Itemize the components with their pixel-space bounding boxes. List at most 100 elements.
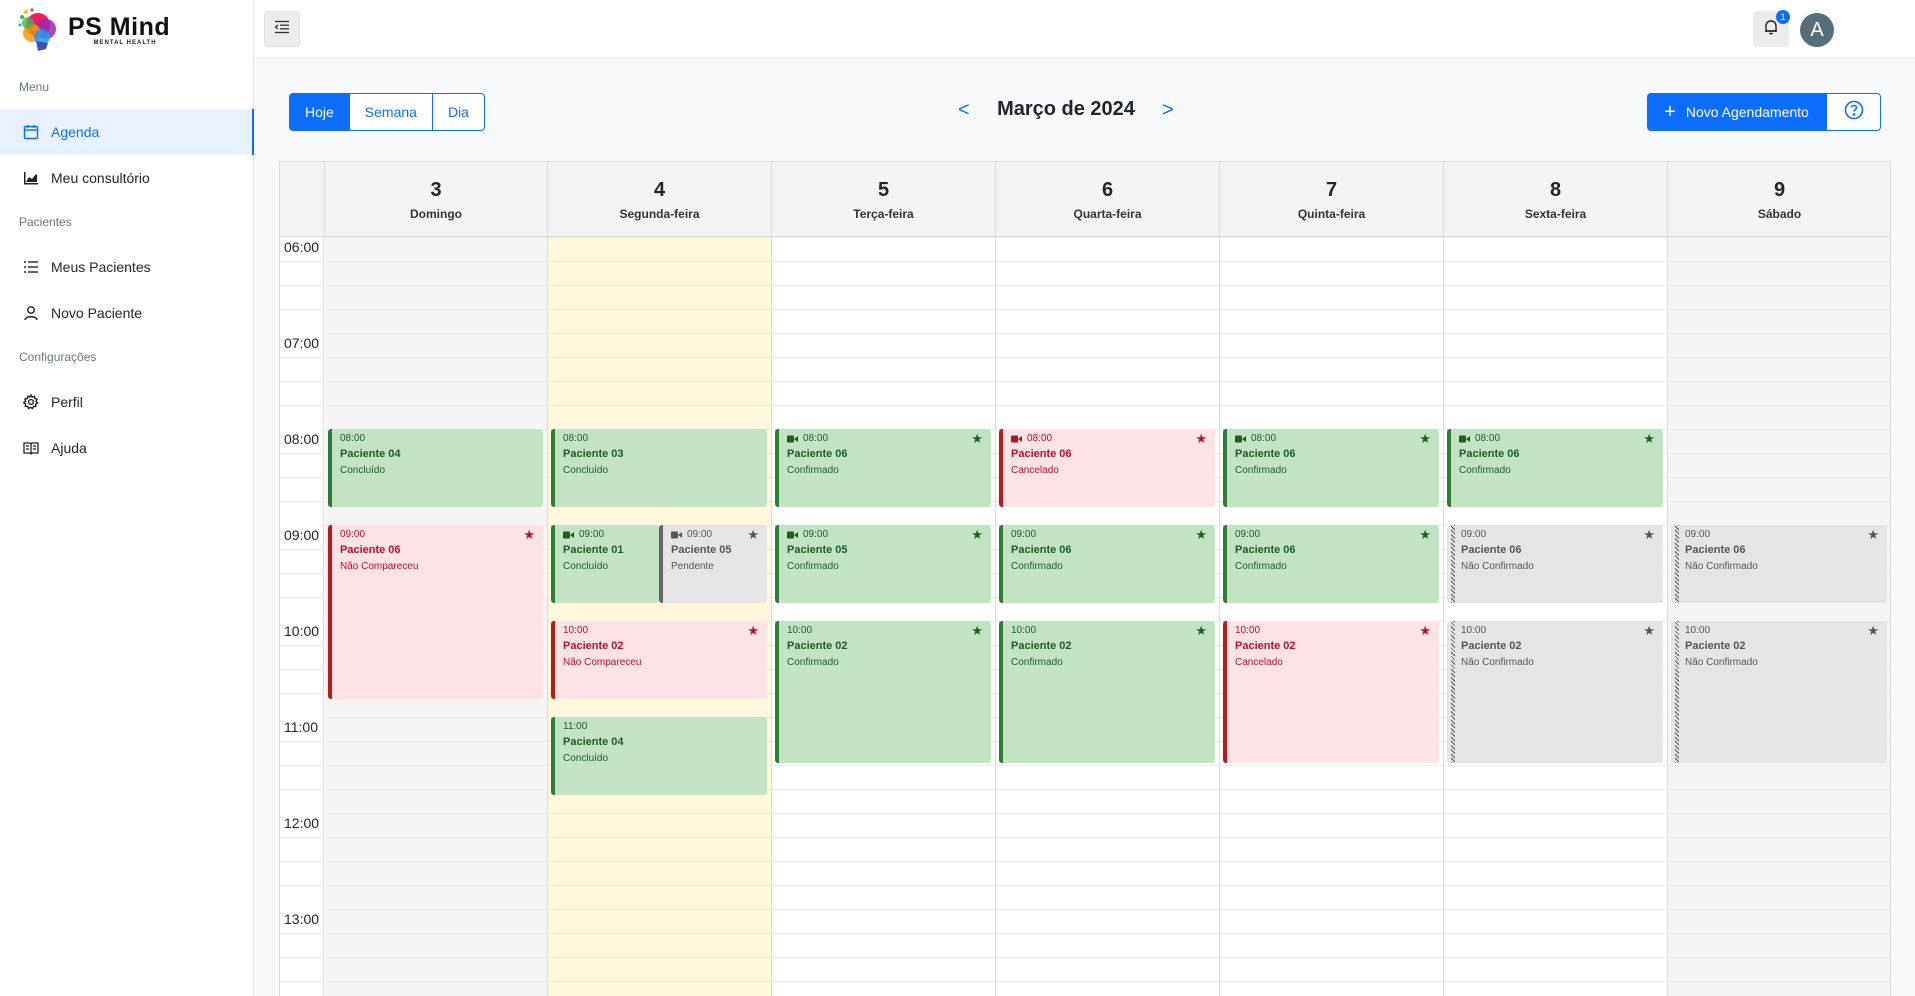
star-icon[interactable]: ★ [1867,623,1879,639]
appointment-event[interactable]: 09:00 Paciente 01 Concluído [551,525,659,603]
star-icon[interactable]: ★ [747,527,759,543]
star-icon[interactable]: ★ [1643,527,1655,543]
next-period-button[interactable]: > [1162,99,1174,122]
star-icon[interactable]: ★ [1195,623,1207,639]
day-column[interactable] [1668,237,1890,996]
day-column[interactable] [996,237,1220,996]
star-icon[interactable]: ★ [1643,431,1655,447]
slot-line [280,837,323,838]
sidebar-item-novo-paciente[interactable]: Novo Paciente [0,290,254,336]
slot-line [325,765,547,766]
section-label-configuracoes: Configurações [19,350,97,364]
appointment-event[interactable]: 10:00 Paciente 02 Cancelado ★ [1223,621,1439,763]
star-icon[interactable]: ★ [971,527,983,543]
appointment-event[interactable]: 08:00 Paciente 03 Concluído [551,429,767,507]
appointment-event[interactable]: 09:00 Paciente 06 Não Compareceu ★ [328,525,543,699]
day-header[interactable]: 7 Quinta-feira [1220,162,1444,237]
sidebar-item-agenda[interactable]: Agenda [0,109,254,155]
slot-line [1444,405,1667,406]
book-icon [23,440,39,456]
slot-line [772,861,995,862]
slot-line [280,261,323,262]
slot-line [548,357,771,358]
appointment-event[interactable]: 10:00 Paciente 02 Confirmado ★ [775,621,991,763]
slot-line [772,381,995,382]
sidebar-toggle-button[interactable] [264,11,300,47]
star-icon[interactable]: ★ [971,431,983,447]
day-column[interactable] [1220,237,1444,996]
appointment-event[interactable]: 09:00 Paciente 05 Confirmado ★ [775,525,991,603]
day-column[interactable] [1444,237,1668,996]
month-title: Março de 2024 [997,98,1135,120]
view-week-button[interactable]: Semana [348,93,433,131]
event-patient: Paciente 06 [1235,448,1296,460]
star-icon[interactable]: ★ [523,527,535,543]
day-header[interactable]: 6 Quarta-feira [996,162,1220,237]
help-button[interactable] [1826,93,1881,131]
star-icon[interactable]: ★ [1419,431,1431,447]
star-icon[interactable]: ★ [1419,527,1431,543]
view-day-button[interactable]: Dia [431,93,485,131]
appointment-event[interactable]: 08:00 Paciente 04 Concluído [328,429,543,507]
appointment-event[interactable]: 11:00 Paciente 04 Concluído [551,717,767,795]
day-name: Terça-feira [853,207,914,221]
slot-line [1444,885,1667,886]
event-status: Confirmado [1011,657,1063,668]
appointment-event[interactable]: 09:00 Paciente 06 Não Confirmado ★ [1671,525,1887,603]
star-icon[interactable]: ★ [1419,623,1431,639]
appointment-event[interactable]: 10:00 Paciente 02 Confirmado ★ [999,621,1215,763]
event-start: 09:00 [803,529,829,540]
event-time: 09:00 [1235,529,1431,540]
day-header[interactable]: 9 Sábado [1668,162,1890,237]
star-icon[interactable]: ★ [971,623,983,639]
slot-line [548,813,771,814]
day-header[interactable]: 5 Terça-feira [772,162,996,237]
sidebar-item-meu-consultorio[interactable]: Meu consultório [0,155,254,201]
star-icon[interactable]: ★ [1195,527,1207,543]
event-status: Não Confirmado [1685,657,1758,668]
day-header[interactable]: 8 Sexta-feira [1444,162,1668,237]
appointment-event[interactable]: 10:00 Paciente 02 Não Confirmado ★ [1447,621,1663,763]
appointment-event[interactable]: 10:00 Paciente 02 Não Compareceu ★ [551,621,767,699]
star-icon[interactable]: ★ [1867,527,1879,543]
appointment-event[interactable]: 08:00 Paciente 06 Cancelado ★ [999,429,1215,507]
slot-line [280,693,323,694]
event-start: 10:00 [1461,625,1487,636]
new-appointment-button[interactable]: + Novo Agendamento [1647,93,1826,131]
event-start: 10:00 [563,625,589,636]
event-start: 11:00 [563,721,588,732]
time-label: 09:00 [284,527,320,543]
slot-line [548,237,771,238]
video-camera-icon [671,531,687,539]
appointment-event[interactable]: 10:00 Paciente 02 Não Confirmado ★ [1671,621,1887,763]
time-label: 12:00 [284,815,320,831]
view-today-button[interactable]: Hoje [289,93,350,131]
slot-line [1220,933,1443,934]
appointment-event[interactable]: 09:00 Paciente 06 Não Confirmado ★ [1447,525,1663,603]
star-icon[interactable]: ★ [1643,623,1655,639]
event-patient: Paciente 05 [787,544,848,556]
day-column[interactable] [772,237,996,996]
sidebar-item-perfil[interactable]: Perfil [0,379,254,425]
appointment-event[interactable]: 08:00 Paciente 06 Confirmado ★ [1447,429,1663,507]
day-header[interactable]: 4 Segunda-feira [548,162,772,237]
appointment-event[interactable]: 08:00 Paciente 06 Confirmado ★ [775,429,991,507]
sidebar-item-ajuda[interactable]: Ajuda [0,425,254,471]
appointment-event[interactable]: 09:00 Paciente 05 Pendente ★ [659,525,767,603]
sidebar: PS Mind MENTAL HEALTH Menu Agenda Meu co… [0,0,254,996]
day-number: 4 [653,179,666,201]
appointment-event[interactable]: 08:00 Paciente 06 Confirmado ★ [1223,429,1439,507]
star-icon[interactable]: ★ [747,623,759,639]
avatar[interactable]: A [1800,13,1834,47]
star-icon[interactable]: ★ [1195,431,1207,447]
day-header[interactable]: 3 Domingo [325,162,548,237]
day-column-today[interactable] [548,237,772,996]
logo[interactable]: PS Mind MENTAL HEALTH [18,6,170,54]
slot-line [1220,861,1443,862]
time-label: 13:00 [284,911,320,927]
appointment-event[interactable]: 09:00 Paciente 06 Confirmado ★ [1223,525,1439,603]
notifications-button[interactable]: 1 [1753,10,1790,47]
slot-line [1668,789,1890,790]
appointment-event[interactable]: 09:00 Paciente 06 Confirmado ★ [999,525,1215,603]
sidebar-item-meus-pacientes[interactable]: Meus Pacientes [0,244,254,290]
